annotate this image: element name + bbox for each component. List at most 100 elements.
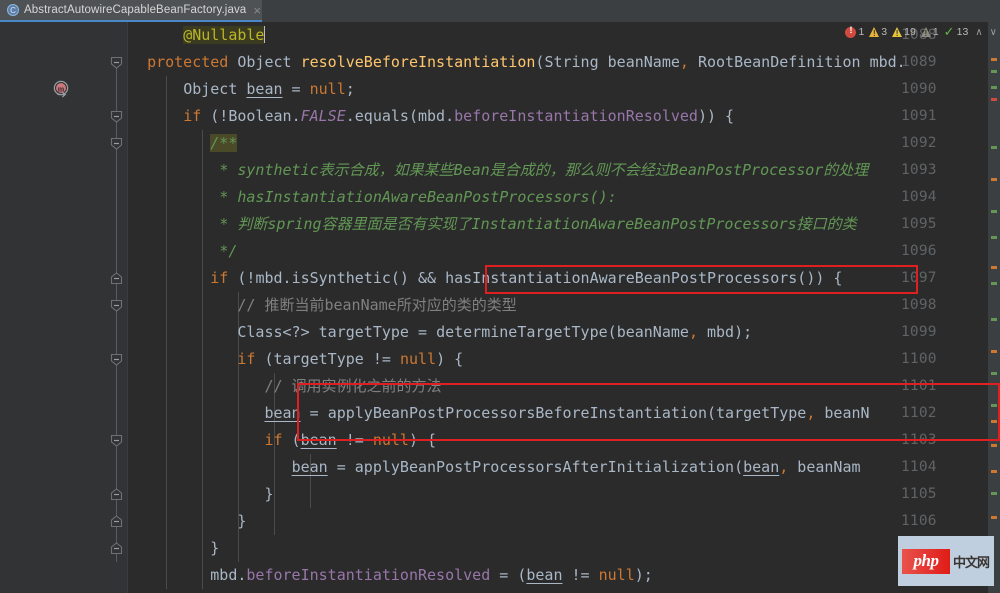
token-param-mbd: mbd	[210, 566, 238, 584]
warning-count[interactable]: 3	[869, 26, 887, 38]
fold-end-icon-1105[interactable]	[110, 488, 123, 501]
code-line-1094[interactable]: * hasInstantiationAwareBeanPostProcessor…	[129, 184, 1000, 211]
inspection-status-widget[interactable]: 1 3 19 1 ✓ 13 ∧ ∨	[840, 22, 997, 42]
code-line-1105[interactable]: }	[129, 481, 1000, 508]
grey-warning-count-label: 1	[932, 26, 939, 38]
gutter-separator	[127, 22, 128, 593]
token-param-beanname: beanName	[616, 323, 689, 341]
marker-tick[interactable]	[991, 86, 997, 89]
next-problem-icon[interactable]: ∨	[990, 27, 997, 38]
error-icon	[845, 25, 857, 38]
marker-tick[interactable]	[991, 58, 997, 61]
marker-tick[interactable]	[991, 350, 997, 353]
token-method-applybefore: applyBeanPostProcessorsBeforeInstantiati…	[327, 404, 707, 422]
token-var-targettype: targetType	[318, 323, 409, 341]
code-line-1090[interactable]: Object bean = null;	[129, 76, 1000, 103]
marker-tick[interactable]	[991, 98, 997, 101]
prev-problem-icon[interactable]: ∧	[975, 27, 982, 38]
warning-count-label: 3	[881, 26, 888, 38]
token-kw-null: null	[309, 80, 346, 98]
token-field-beforeinstantiationresolved: beforeInstantiationResolved	[454, 107, 698, 125]
svg-text:m: m	[58, 85, 65, 94]
grey-warning-count[interactable]: 1	[920, 26, 939, 38]
method-override-icon[interactable]: m	[52, 80, 71, 99]
marker-tick[interactable]	[991, 70, 997, 73]
fold-start-icon-1103[interactable]	[110, 434, 123, 447]
warning-icon	[869, 27, 880, 38]
fold-end-icon-1107[interactable]	[110, 542, 123, 555]
weak-warning-count-label: 19	[904, 26, 916, 38]
marker-tick[interactable]	[991, 516, 997, 519]
token-comment-line: // 推断当前beanName所对应的类的类型	[237, 296, 517, 314]
code-line-1101[interactable]: // 调用实例化之前的方法	[129, 373, 1000, 400]
marker-tick[interactable]	[991, 420, 997, 423]
code-content[interactable]: @Nullable protected Object resolveBefore…	[129, 22, 1000, 593]
error-count-label: 1	[858, 26, 865, 38]
fold-start-icon-1092[interactable]	[110, 137, 123, 150]
token-type-rootbeandefinition: RootBeanDefinition	[697, 53, 861, 71]
token-var-bean: bean	[246, 80, 283, 98]
marker-tick[interactable]	[991, 318, 997, 321]
marker-tick[interactable]	[991, 492, 997, 495]
code-line-1108[interactable]: mbd.beforeInstantiationResolved = (bean …	[129, 562, 1000, 589]
fold-end-icon-1106[interactable]	[110, 515, 123, 528]
token-var-bean: bean	[526, 566, 563, 584]
fold-end-icon-1097[interactable]	[110, 272, 123, 285]
code-line-1103[interactable]: if (bean != null) {	[129, 427, 1000, 454]
code-line-1107[interactable]: }	[129, 535, 1000, 562]
fold-start-icon-1098[interactable]	[110, 299, 123, 312]
marker-tick[interactable]	[991, 404, 997, 407]
code-line-1089[interactable]: protected Object resolveBeforeInstantiat…	[129, 49, 1000, 76]
marker-tick[interactable]	[991, 266, 997, 269]
editor-gutter[interactable]	[0, 22, 128, 593]
code-line-1104[interactable]: bean = applyBeanPostProcessorsAfterIniti…	[129, 454, 1000, 481]
code-line-1102[interactable]: bean = applyBeanPostProcessorsBeforeInst…	[129, 400, 1000, 427]
fold-start-icon-1091[interactable]	[110, 110, 123, 123]
php-logo-text: php	[913, 551, 939, 570]
code-line-1098[interactable]: // 推断当前beanName所对应的类的类型	[129, 292, 1000, 319]
token-param-beanname: beanName	[607, 53, 680, 71]
code-line-1097[interactable]: if (!mbd.isSynthetic() && hasInstantiati…	[129, 265, 1000, 292]
token-javadoc-line: * synthetic表示合成，如果某些Bean是合成的，那么则不会经过Bean…	[219, 161, 869, 179]
token-param-mbd: mbd	[707, 323, 735, 341]
marker-tick[interactable]	[991, 178, 997, 181]
fold-start-icon-1089[interactable]	[110, 56, 123, 69]
code-line-1093[interactable]: * synthetic表示合成，如果某些Bean是合成的，那么则不会经过Bean…	[129, 157, 1000, 184]
fold-start-icon-1100[interactable]	[110, 353, 123, 366]
code-line-1100[interactable]: if (targetType != null) {	[129, 346, 1000, 373]
marker-tick[interactable]	[991, 236, 997, 239]
warning-grey-icon	[920, 27, 931, 38]
token-var-targettype: targetType	[716, 404, 807, 422]
marker-tick[interactable]	[991, 282, 997, 285]
check-icon: ✓	[943, 24, 955, 40]
code-line-1091[interactable]: if (!Boolean.FALSE.equals(mbd.beforeInst…	[129, 103, 1000, 130]
editor-tab-abstractautowirecapablebeanfactory[interactable]: C AbstractAutowireCapableBeanFactory.jav…	[0, 0, 262, 22]
code-line-1096[interactable]: */	[129, 238, 1000, 265]
token-method-issynthetic: isSynthetic	[291, 269, 391, 287]
ide-window: C AbstractAutowireCapableBeanFactory.jav…	[0, 0, 1000, 593]
token-javadoc-line: * 判断spring容器里面是否有实现了InstantiationAwareBe…	[219, 215, 857, 233]
marker-tick[interactable]	[991, 470, 997, 473]
close-icon[interactable]: ×	[253, 4, 261, 17]
token-field-beforeinstantiationresolved: beforeInstantiationResolved	[246, 566, 491, 584]
token-brace-close: }	[264, 485, 274, 503]
marker-tick[interactable]	[991, 444, 997, 447]
code-editor[interactable]: 1088 1089 1090 1091 1092 1093 1094 1095 1096 1097…	[0, 22, 1000, 593]
token-var-targettype: targetType	[273, 350, 364, 368]
token-param-mbd: mbd	[255, 269, 283, 287]
token-kw-if: if	[264, 431, 283, 449]
token-param-mbd: mbd	[869, 53, 897, 71]
marker-tick[interactable]	[991, 146, 997, 149]
weak-warning-count[interactable]: 19	[892, 26, 916, 38]
marker-tick[interactable]	[991, 372, 997, 375]
editor-tab-bar: C AbstractAutowireCapableBeanFactory.jav…	[0, 0, 1000, 22]
marker-tick[interactable]	[991, 210, 997, 213]
text-caret	[264, 26, 266, 43]
code-line-1106[interactable]: }	[129, 508, 1000, 535]
error-count[interactable]: 1	[845, 25, 865, 38]
code-line-1095[interactable]: * 判断spring容器里面是否有实现了InstantiationAwareBe…	[129, 211, 1000, 238]
code-line-1099[interactable]: Class<?> targetType = determineTargetTyp…	[129, 319, 1000, 346]
editor-marker-track[interactable]	[988, 22, 1000, 593]
typo-count[interactable]: ✓ 13	[943, 24, 969, 40]
code-line-1092[interactable]: /**	[129, 130, 1000, 157]
